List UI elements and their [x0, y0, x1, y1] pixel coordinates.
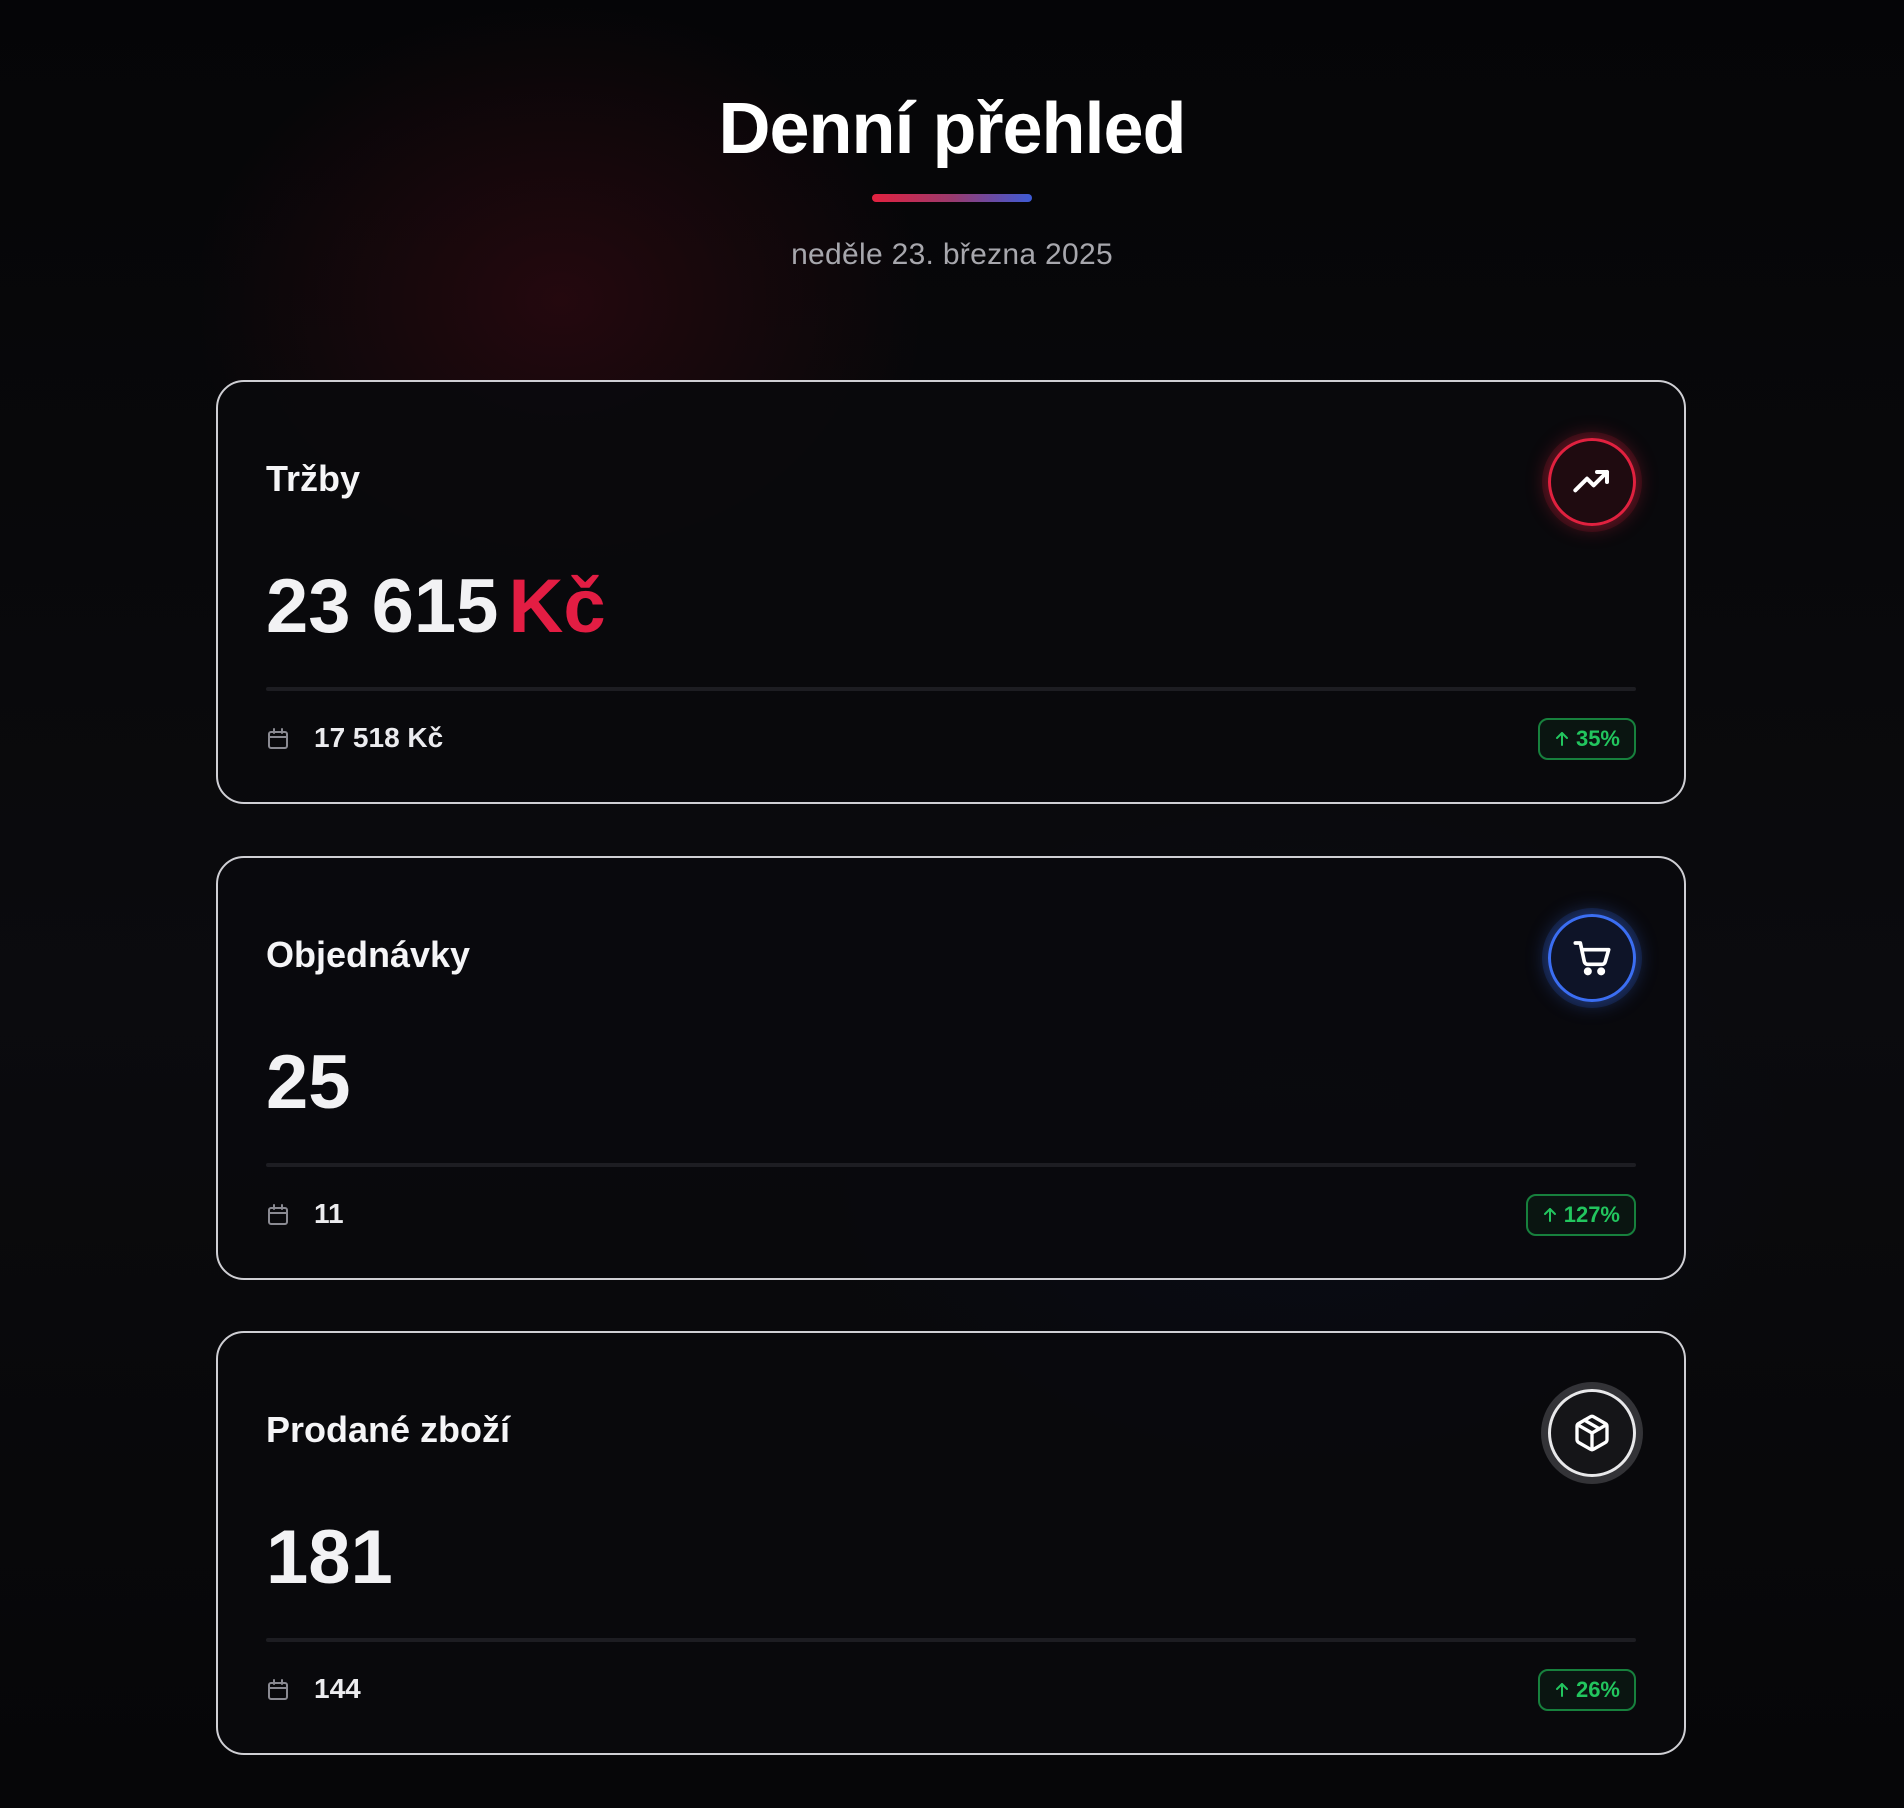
arrow-up-icon: [1555, 1683, 1568, 1697]
change-badge: 35%: [1537, 718, 1636, 760]
card-value: 23 615 Kč: [266, 562, 606, 652]
package-icon: [1548, 1389, 1636, 1477]
trending-up-icon: [1548, 438, 1636, 526]
shopping-cart-icon: [1548, 914, 1636, 1002]
arrow-up-icon: [1543, 1208, 1556, 1222]
previous-value: 144: [314, 1673, 361, 1704]
previous-value: 11: [314, 1198, 344, 1229]
change-percent: 127%: [1563, 1202, 1620, 1227]
change-badge: 26%: [1537, 1669, 1636, 1711]
change-percent: 35%: [1575, 726, 1620, 751]
daily-overview-page: Denní přehled neděle 23. března 2025 Trž…: [0, 0, 1904, 1808]
card-footer: 17 518 Kč 35%: [266, 718, 1636, 764]
card-divider: [266, 687, 1636, 691]
items-sold-card: Prodané zboží 181 144 26%: [216, 1331, 1686, 1755]
calendar-icon: [268, 1204, 288, 1225]
page-title: Denní přehled: [718, 89, 1186, 169]
card-footer: 11 127%: [266, 1194, 1636, 1240]
card-label: Tržby: [266, 458, 361, 499]
card-label: Objednávky: [266, 934, 471, 975]
orders-count: 25: [266, 1040, 351, 1125]
currency-unit: Kč: [508, 564, 606, 649]
previous-value: 17 518 Kč: [314, 722, 444, 753]
arrow-up-icon: [1555, 732, 1568, 746]
card-footer: 144 26%: [266, 1669, 1636, 1715]
change-percent: 26%: [1575, 1677, 1620, 1702]
page-header: Denní přehled neděle 23. března 2025: [0, 84, 1904, 272]
card-divider: [266, 1638, 1636, 1642]
page-date: neděle 23. března 2025: [791, 238, 1113, 271]
change-badge: 127%: [1525, 1194, 1636, 1236]
card-label: Prodané zboží: [266, 1409, 511, 1450]
orders-card: Objednávky 25 11 127%: [216, 856, 1686, 1280]
revenue-card: Tržby 23 615 Kč 17 518 Kč 35%: [216, 380, 1686, 804]
calendar-icon: [268, 728, 288, 749]
card-value: 25: [266, 1038, 351, 1128]
items-sold-count: 181: [266, 1515, 393, 1600]
title-underline: [872, 194, 1032, 202]
card-divider: [266, 1163, 1636, 1167]
calendar-icon: [268, 1679, 288, 1700]
card-value: 181: [266, 1513, 393, 1603]
revenue-amount: 23 615: [266, 564, 499, 649]
